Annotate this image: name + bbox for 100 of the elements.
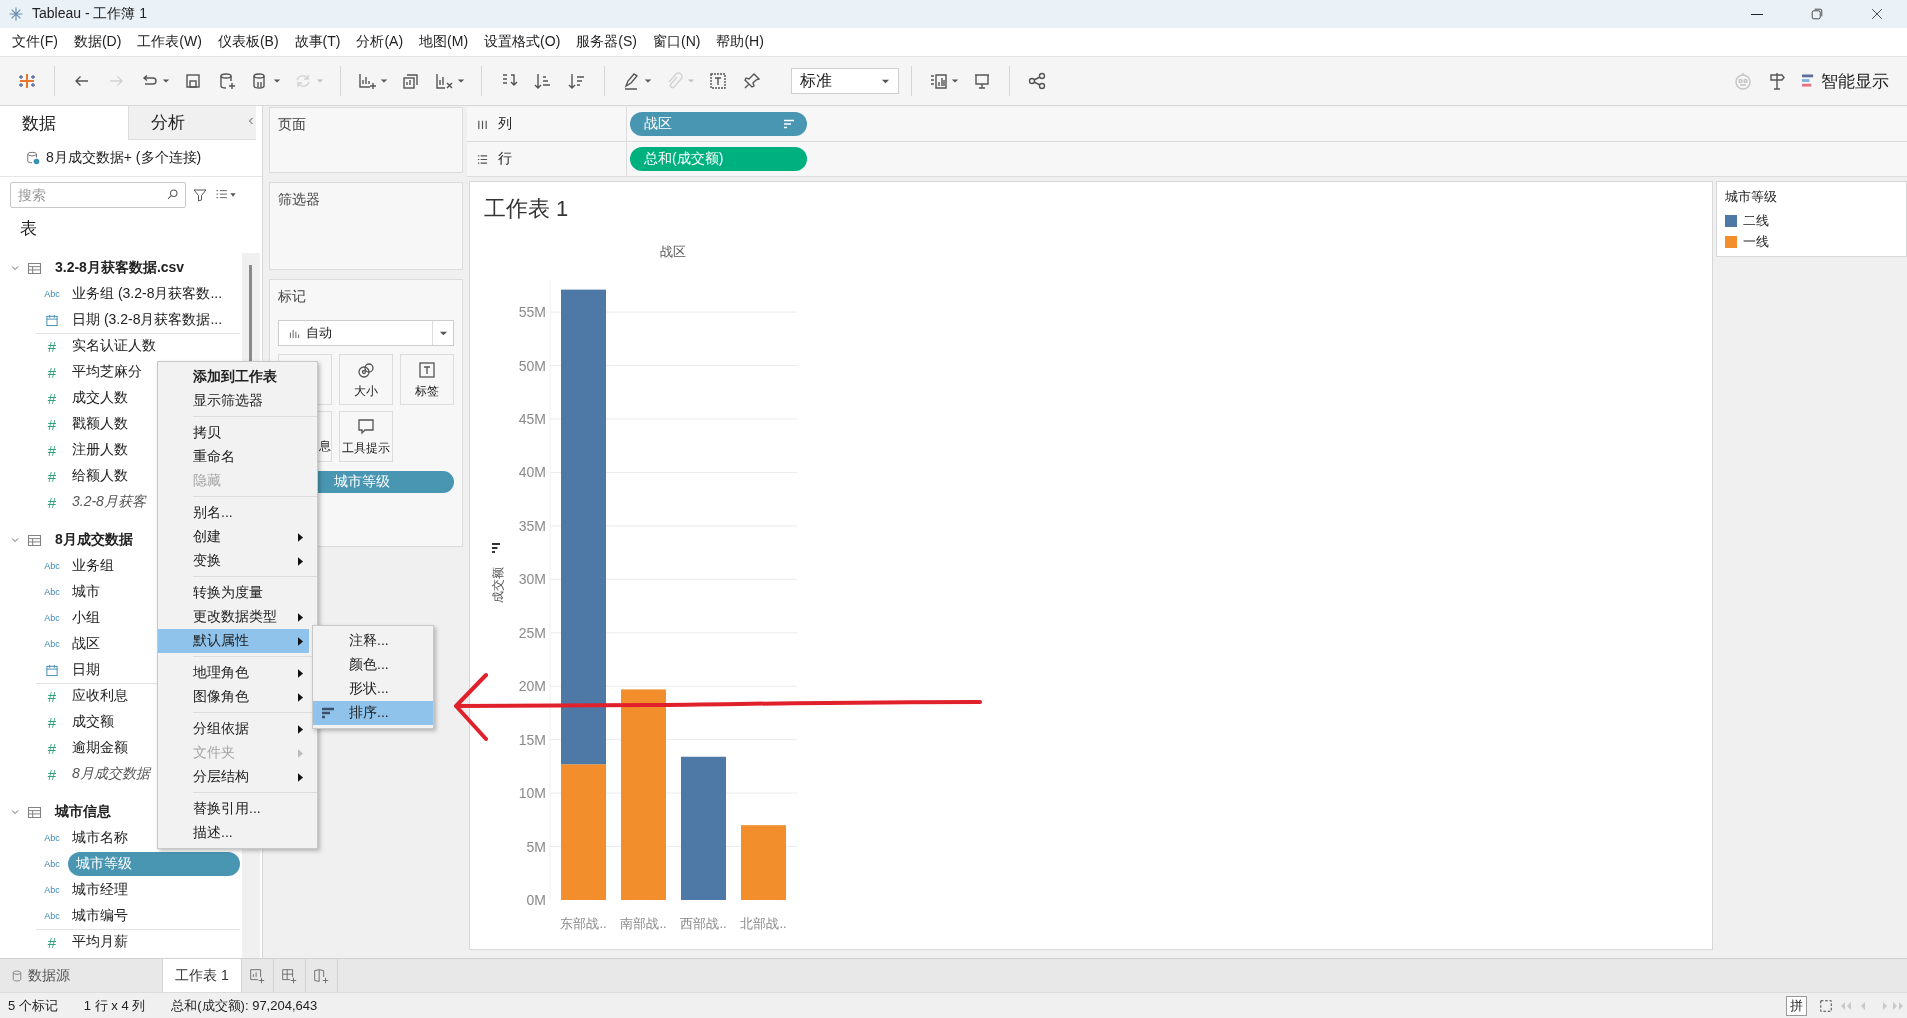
menu-item[interactable]: 故事(T)	[286, 33, 349, 51]
menu-item[interactable]: 排序...	[313, 701, 433, 725]
menu-item[interactable]: 窗口(N)	[645, 33, 709, 51]
app-icon	[8, 6, 24, 22]
field-item[interactable]: 日期	[68, 659, 108, 681]
sheet-tab[interactable]: 工作表 1	[163, 959, 242, 992]
menu-item[interactable]: 数据(D)	[65, 33, 130, 51]
menu-item[interactable]: 分层结构	[158, 765, 309, 789]
axis-category-label: 东部战..	[560, 916, 607, 931]
field-item[interactable]: 战区	[68, 633, 108, 655]
field-item[interactable]: 城市经理	[68, 879, 136, 901]
field-item[interactable]: 给额人数	[68, 465, 136, 487]
field-item[interactable]: 应收利息	[68, 685, 136, 707]
menu-item[interactable]: 更改数据类型	[158, 605, 309, 629]
menu-item[interactable]: 文件(F)	[4, 33, 66, 51]
field-item[interactable]: 小组	[68, 607, 108, 629]
field-item[interactable]: 业务组	[68, 555, 122, 577]
field-item[interactable]: 逾期金额	[68, 737, 136, 759]
menu-item[interactable]: 注释...	[313, 629, 433, 653]
field-item[interactable]: 戳额人数	[68, 413, 136, 435]
menu-item[interactable]: 默认属性	[158, 629, 309, 653]
chevron-icon[interactable]	[10, 807, 20, 817]
menu-item[interactable]: 显示筛选器	[158, 389, 309, 413]
shelf-label: 列	[498, 115, 512, 133]
menu-item[interactable]: 分析(A)	[348, 33, 412, 51]
field-item[interactable]: 平均芝麻分	[68, 361, 150, 383]
new-worksheet-icon	[248, 966, 267, 985]
mark-type-dropdown[interactable]: 自动	[278, 320, 454, 346]
tooltip-icon	[356, 416, 376, 437]
field-type-icon: #	[36, 687, 68, 705]
search-icon[interactable]	[166, 188, 179, 201]
menu-item[interactable]: 拷贝	[158, 421, 309, 445]
ime-indicator[interactable]: 拼	[1786, 995, 1807, 1016]
filter-icon[interactable]	[192, 187, 208, 203]
field-item[interactable]: 城市编号	[68, 905, 136, 927]
tooltip-button[interactable]: 工具提示	[339, 411, 393, 462]
column-header: 战区	[660, 244, 686, 259]
legend-swatch[interactable]	[1725, 215, 1737, 227]
caret-icon[interactable]	[273, 77, 281, 85]
caret-icon[interactable]	[457, 77, 465, 85]
menu-item[interactable]: 服务器(S)	[568, 33, 645, 51]
menu-item[interactable]: 图像角色	[158, 685, 309, 709]
menu-item[interactable]: 工作表(W)	[129, 33, 210, 51]
field-item[interactable]: 成交人数	[68, 387, 136, 409]
table-name[interactable]: 3.2-8月获客数据.csv	[55, 259, 185, 277]
legend-swatch[interactable]	[1725, 236, 1737, 248]
table-name[interactable]: 城市信息	[55, 803, 111, 821]
table-name[interactable]: 8月成交数据	[55, 531, 133, 549]
menu-item[interactable]: 颜色...	[313, 653, 433, 677]
menu-item[interactable]: 别名...	[158, 501, 309, 525]
field-item[interactable]: 成交额	[68, 711, 122, 733]
menu-item[interactable]: 变换	[158, 549, 309, 573]
caret-icon[interactable]	[380, 77, 388, 85]
sort-icon[interactable]	[491, 543, 501, 553]
size-button[interactable]: 大小	[339, 354, 393, 405]
menu-item[interactable]: 创建	[158, 525, 309, 549]
menu-item[interactable]: 地图(M)	[411, 33, 477, 51]
search-field[interactable]: 搜索	[10, 182, 186, 208]
smart-show-button[interactable]: 智能显示	[1796, 64, 1895, 98]
collapse-icon[interactable]	[246, 116, 256, 126]
menu-item[interactable]: 设置格式(O)	[476, 33, 569, 51]
menu-item[interactable]: 仪表板(B)	[209, 33, 287, 51]
menu-item[interactable]: 形状...	[313, 677, 433, 701]
database-icon	[26, 151, 40, 165]
menu-item[interactable]: 添加到工作表	[158, 365, 309, 389]
pane-tab[interactable]: 分析	[128, 106, 256, 140]
field-item[interactable]: 实名认证人数	[68, 335, 164, 357]
field-type-icon: #	[36, 467, 68, 485]
field-item[interactable]: 注册人数	[68, 439, 136, 461]
bar-chart-icon	[289, 327, 300, 339]
caret-icon[interactable]	[951, 77, 959, 85]
menu-item[interactable]: 帮助(H)	[708, 33, 772, 51]
legend-label[interactable]: 二线	[1743, 212, 1769, 230]
axis-title: 成交额	[491, 567, 505, 603]
caret-icon[interactable]	[644, 77, 652, 85]
field-item[interactable]: 3.2-8月获客	[68, 491, 154, 513]
label-button[interactable]: 标签	[400, 354, 454, 405]
fit-view-icon[interactable]	[1819, 998, 1833, 1013]
menu-item[interactable]: 分组依据	[158, 717, 309, 741]
menu-item[interactable]: 替换引用...	[158, 797, 309, 821]
fit-dropdown[interactable]: 标准	[791, 68, 899, 94]
field-item[interactable]: 平均月薪	[68, 931, 136, 953]
field-item[interactable]: 业务组 (3.2-8月获客数...	[68, 283, 231, 305]
chevron-icon[interactable]	[10, 535, 20, 545]
menu-item[interactable]: 转换为度量	[158, 581, 309, 605]
field-item[interactable]: 8月成交数据	[68, 763, 158, 785]
menu-item[interactable]: 地理角色	[158, 661, 309, 685]
menu-item[interactable]: 描述...	[158, 821, 309, 845]
field-type-icon: #	[36, 713, 68, 731]
caret-icon[interactable]	[162, 77, 170, 85]
legend-label[interactable]: 一线	[1743, 233, 1769, 251]
chevron-icon[interactable]	[10, 263, 20, 273]
clear-chart-icon	[434, 71, 454, 91]
data-source-name[interactable]: 8月成交数据+ (多个连接)	[46, 149, 202, 167]
field-type-icon: Abc	[36, 859, 68, 869]
field-item[interactable]: 城市名称	[68, 827, 136, 849]
axis-category-label: 南部战..	[620, 916, 667, 931]
menu-item[interactable]: 重命名	[158, 445, 309, 469]
field-item[interactable]: 城市	[68, 581, 108, 603]
field-item[interactable]: 日期 (3.2-8月获客数据...	[68, 309, 231, 331]
